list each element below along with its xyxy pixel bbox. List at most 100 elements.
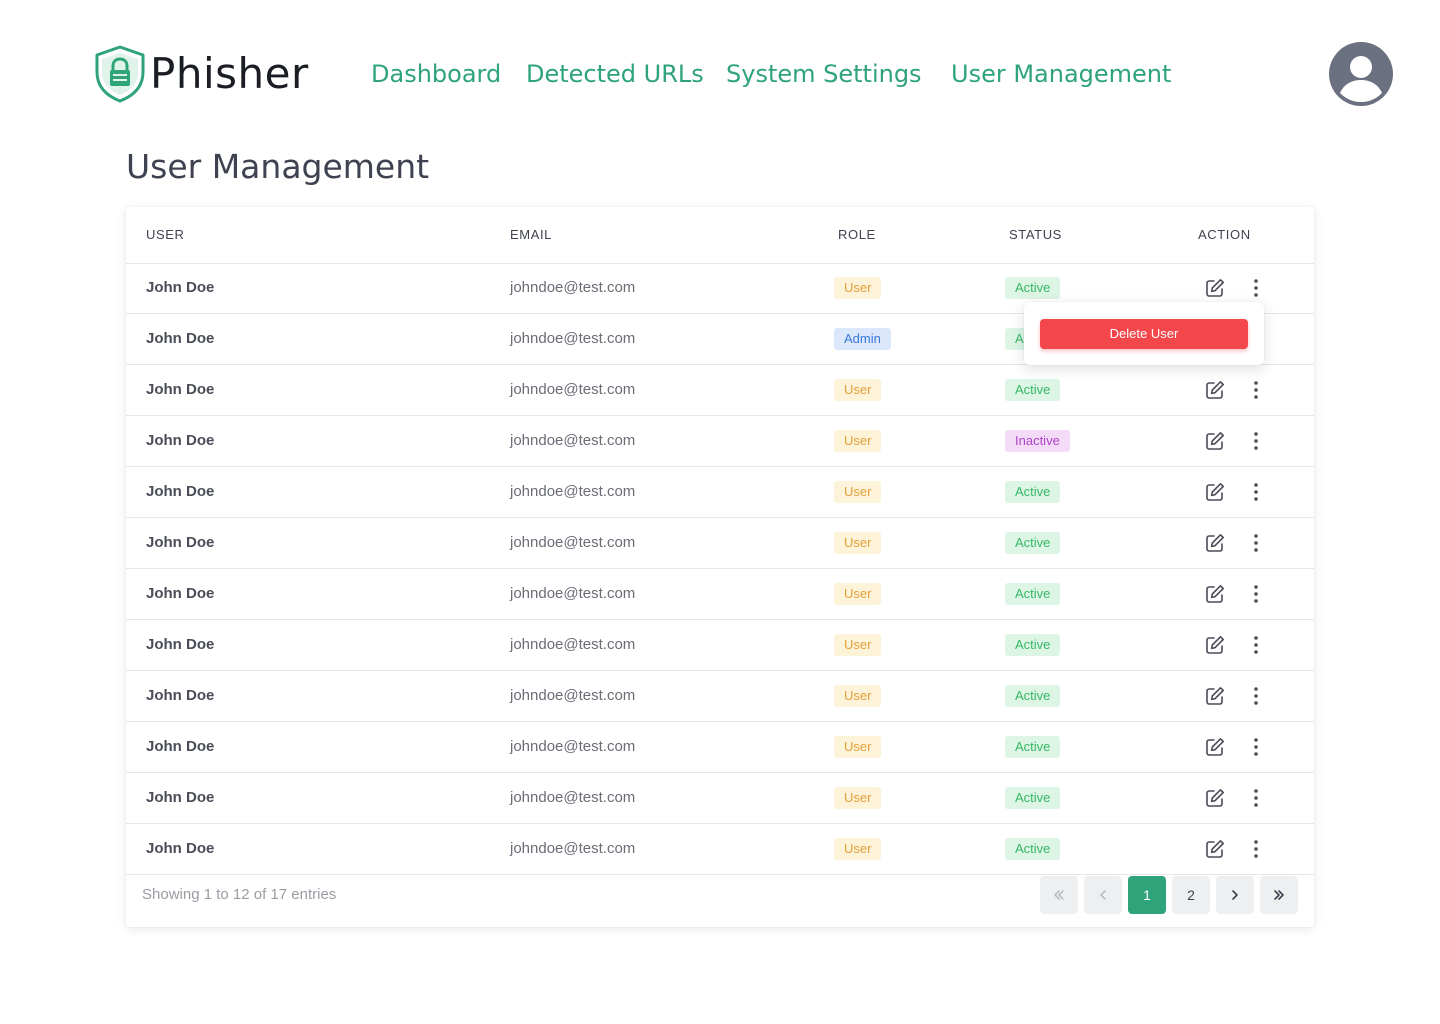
role-badge: Admin [834, 328, 891, 350]
more-actions-button[interactable] [1246, 481, 1266, 503]
edit-icon [1206, 738, 1224, 756]
edit-user-button[interactable] [1204, 583, 1226, 605]
edit-user-button[interactable] [1204, 277, 1226, 299]
edit-user-button[interactable] [1204, 634, 1226, 656]
header-user: USER [146, 227, 185, 242]
nav-user-management[interactable]: User Management [951, 56, 1171, 92]
double-chevron-right-icon [1274, 890, 1284, 900]
user-name: John Doe [146, 738, 215, 755]
more-vertical-icon [1254, 687, 1258, 705]
last-page-button[interactable] [1260, 876, 1298, 914]
edit-icon [1206, 840, 1224, 858]
more-actions-button[interactable] [1246, 532, 1266, 554]
more-actions-button[interactable] [1246, 379, 1266, 401]
user-name: John Doe [146, 636, 215, 653]
nav-system-settings[interactable]: System Settings [726, 56, 922, 92]
user-email: johndoe@test.com [510, 789, 636, 806]
table-row: John Doe johndoe@test.com User Active [126, 569, 1314, 620]
status-badge: Active [1005, 736, 1061, 758]
role-badge: User [834, 838, 882, 860]
double-chevron-left-icon [1054, 890, 1064, 900]
user-name: John Doe [146, 789, 215, 806]
status-badge: Active [1005, 838, 1061, 860]
brand-logo[interactable]: Phisher [92, 44, 309, 104]
table-row: John Doe johndoe@test.com User Active [126, 467, 1314, 518]
status-badge: Active [1005, 379, 1061, 401]
user-email: johndoe@test.com [510, 279, 636, 296]
chevron-left-icon [1100, 890, 1106, 900]
user-name: John Doe [146, 279, 215, 296]
more-vertical-icon [1254, 381, 1258, 399]
user-avatar[interactable] [1329, 42, 1393, 106]
role-badge: User [834, 277, 882, 299]
role-badge: User [834, 481, 882, 503]
status-badge: Active [1005, 277, 1061, 299]
prev-page-button[interactable] [1084, 876, 1122, 914]
status-badge: Active [1005, 685, 1061, 707]
role-badge: User [834, 532, 882, 554]
header-email: EMAIL [510, 227, 553, 242]
status-badge: Active [1005, 583, 1061, 605]
table-row: John Doe johndoe@test.com User Active [126, 773, 1314, 824]
edit-icon [1206, 687, 1224, 705]
user-name: John Doe [146, 381, 215, 398]
user-name: John Doe [146, 585, 215, 602]
page-title: User Management [126, 147, 430, 186]
more-actions-button[interactable] [1246, 787, 1266, 809]
role-badge: User [834, 379, 882, 401]
more-vertical-icon [1254, 840, 1258, 858]
more-vertical-icon [1254, 279, 1258, 297]
row-action-menu: Delete User [1024, 302, 1264, 365]
header-status: STATUS [1009, 227, 1062, 242]
user-email: johndoe@test.com [510, 534, 636, 551]
nav-detected-urls[interactable]: Detected URLs [526, 56, 704, 92]
header-action: ACTION [1198, 227, 1251, 242]
status-badge: Active [1005, 481, 1061, 503]
user-email: johndoe@test.com [510, 636, 636, 653]
entries-summary: Showing 1 to 12 of 17 entries [142, 886, 337, 903]
shield-lock-icon [95, 45, 145, 103]
status-badge: Inactive [1005, 430, 1070, 452]
delete-user-button[interactable]: Delete User [1040, 319, 1248, 349]
first-page-button[interactable] [1040, 876, 1078, 914]
user-icon [1340, 56, 1382, 102]
brand-name: Phisher [150, 49, 309, 98]
more-actions-button[interactable] [1246, 736, 1266, 758]
more-vertical-icon [1254, 483, 1258, 501]
more-vertical-icon [1254, 738, 1258, 756]
more-actions-button[interactable] [1246, 685, 1266, 707]
edit-user-button[interactable] [1204, 838, 1226, 860]
edit-user-button[interactable] [1204, 379, 1226, 401]
edit-user-button[interactable] [1204, 532, 1226, 554]
edit-user-button[interactable] [1204, 481, 1226, 503]
edit-icon [1206, 381, 1224, 399]
edit-user-button[interactable] [1204, 736, 1226, 758]
edit-icon [1206, 483, 1224, 501]
edit-user-button[interactable] [1204, 787, 1226, 809]
table-row: John Doe johndoe@test.com User Active [126, 620, 1314, 671]
user-email: johndoe@test.com [510, 483, 636, 500]
more-actions-button[interactable] [1246, 838, 1266, 860]
table-row: John Doe johndoe@test.com User Active [126, 671, 1314, 722]
next-page-button[interactable] [1216, 876, 1254, 914]
status-badge: Active [1005, 634, 1061, 656]
edit-user-button[interactable] [1204, 685, 1226, 707]
more-vertical-icon [1254, 534, 1258, 552]
edit-icon [1206, 432, 1224, 450]
more-vertical-icon [1254, 789, 1258, 807]
more-actions-button[interactable] [1246, 583, 1266, 605]
nav-dashboard[interactable]: Dashboard [371, 56, 501, 92]
page-button-2[interactable]: 2 [1172, 876, 1210, 914]
header-role: ROLE [838, 227, 876, 242]
edit-user-button[interactable] [1204, 430, 1226, 452]
more-vertical-icon [1254, 432, 1258, 450]
edit-icon [1206, 636, 1224, 654]
table-row: John Doe johndoe@test.com User Inactive [126, 416, 1314, 467]
table-row: John Doe johndoe@test.com User Active [126, 365, 1314, 416]
more-actions-button[interactable] [1246, 277, 1266, 299]
user-email: johndoe@test.com [510, 381, 636, 398]
more-actions-button[interactable] [1246, 430, 1266, 452]
page-button-1[interactable]: 1 [1128, 876, 1166, 914]
role-badge: User [834, 634, 882, 656]
more-actions-button[interactable] [1246, 634, 1266, 656]
